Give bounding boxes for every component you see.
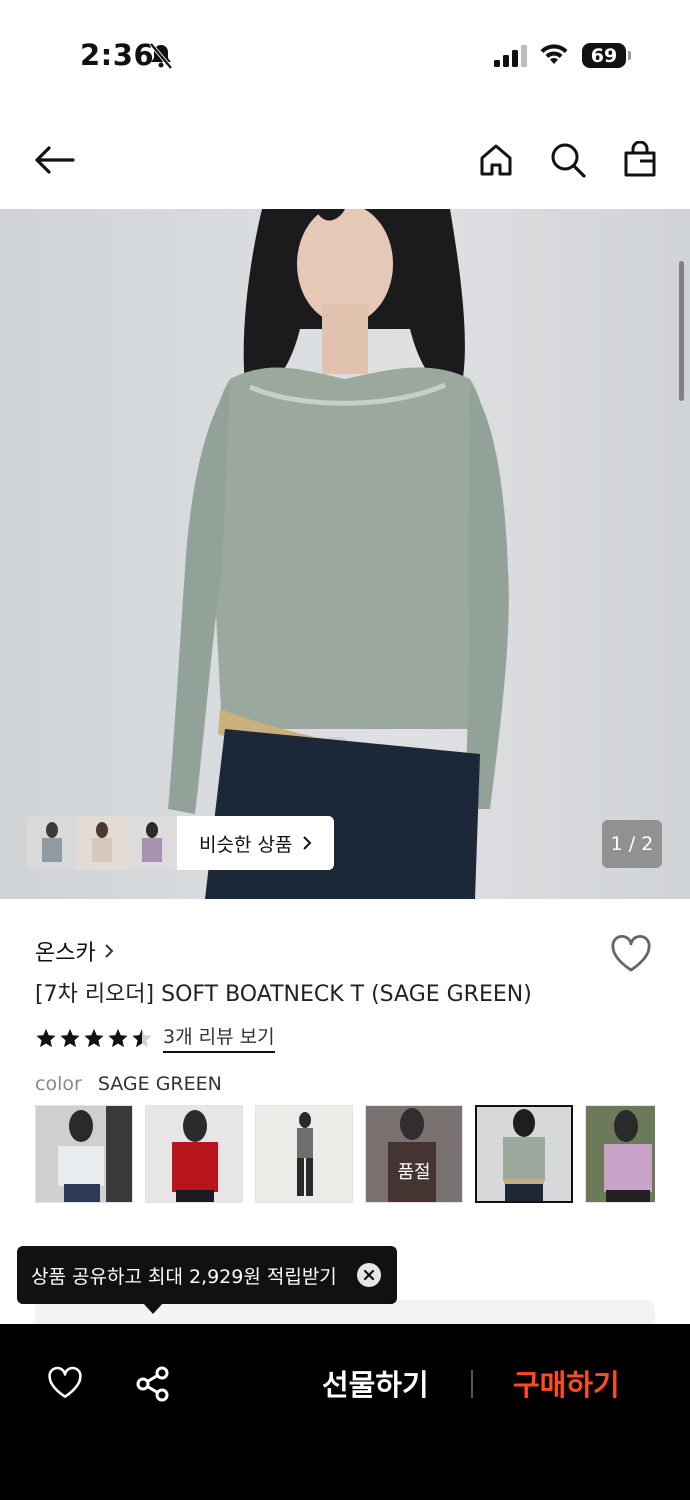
star-icon <box>60 1028 80 1047</box>
chevron-right-icon <box>303 836 312 850</box>
review-link[interactable]: 3개 리뷰 보기 <box>163 1022 275 1053</box>
status-time: 2:36 <box>80 38 155 72</box>
back-arrow-icon[interactable] <box>32 138 76 182</box>
color-thumb-white <box>36 1106 132 1202</box>
similar-thumb <box>77 816 127 870</box>
color-thumb-gray <box>256 1106 352 1202</box>
color-thumb-red <box>146 1106 242 1202</box>
color-option[interactable] <box>35 1105 133 1203</box>
product-image-carousel[interactable]: 비슷한 상품 1 / 2 <box>0 209 690 899</box>
rating-row: 3개 리뷰 보기 <box>35 1022 275 1053</box>
search-icon[interactable] <box>546 138 590 182</box>
share-icon[interactable] <box>135 1366 171 1402</box>
soldout-label: 품절 <box>366 1106 462 1202</box>
similar-products-button[interactable]: 비슷한 상품 <box>27 816 335 870</box>
product-title: [7차 리오더] SOFT BOATNECK T (SAGE GREEN) <box>35 982 532 1007</box>
color-option-selected[interactable] <box>475 1105 573 1203</box>
star-icon <box>36 1028 56 1047</box>
half-star-icon <box>132 1028 152 1047</box>
status-bar: 2:36 69 <box>0 0 690 110</box>
close-icon[interactable] <box>356 1263 381 1287</box>
image-page-indicator: 1 / 2 <box>602 820 662 868</box>
color-label: color <box>35 1073 82 1095</box>
chevron-right-icon <box>105 944 114 958</box>
wishlist-heart-icon[interactable] <box>609 934 653 974</box>
cellular-signal-icon <box>494 45 527 67</box>
similar-products-label[interactable]: 비슷한 상품 <box>177 816 335 870</box>
heart-icon[interactable] <box>46 1366 84 1400</box>
home-icon[interactable] <box>474 138 518 182</box>
tooltip-text: 상품 공유하고 최대 2,929원 적립받기 <box>31 1265 337 1288</box>
product-photo <box>168 209 509 899</box>
battery-indicator: 69 <box>582 43 626 68</box>
share-reward-tooltip: 상품 공유하고 최대 2,929원 적립받기 <box>17 1246 397 1314</box>
color-options: 품절 <box>35 1105 655 1205</box>
shopping-bag-icon[interactable] <box>618 138 662 182</box>
brand-name: 온스카 <box>35 941 96 966</box>
color-option-soldout[interactable]: 품절 <box>365 1105 463 1203</box>
color-thumb-lilac <box>586 1106 655 1202</box>
gift-button[interactable]: 선물하기 <box>322 1362 429 1404</box>
wifi-icon <box>540 44 568 64</box>
star-icon <box>108 1028 128 1047</box>
similar-thumb <box>27 816 77 870</box>
star-icon <box>84 1028 104 1047</box>
brand-link[interactable]: 온스카 <box>35 935 114 967</box>
rating-stars <box>35 1027 153 1049</box>
similar-thumb <box>127 816 177 870</box>
buy-button[interactable]: 구매하기 <box>513 1362 620 1404</box>
color-option[interactable] <box>145 1105 243 1203</box>
silent-bell-icon <box>149 42 173 70</box>
bottom-action-bar: 선물하기 구매하기 <box>0 1324 690 1500</box>
color-option[interactable] <box>585 1105 655 1203</box>
tooltip-tail <box>143 1303 163 1314</box>
battery-nub <box>628 51 631 60</box>
color-value: SAGE GREEN <box>97 1073 222 1095</box>
color-row: color SAGE GREEN <box>35 1073 222 1095</box>
top-nav <box>0 120 690 200</box>
color-option[interactable] <box>255 1105 353 1203</box>
divider <box>471 1370 473 1398</box>
color-thumb-sage-green <box>477 1107 571 1201</box>
image-scrollbar[interactable] <box>679 261 684 401</box>
